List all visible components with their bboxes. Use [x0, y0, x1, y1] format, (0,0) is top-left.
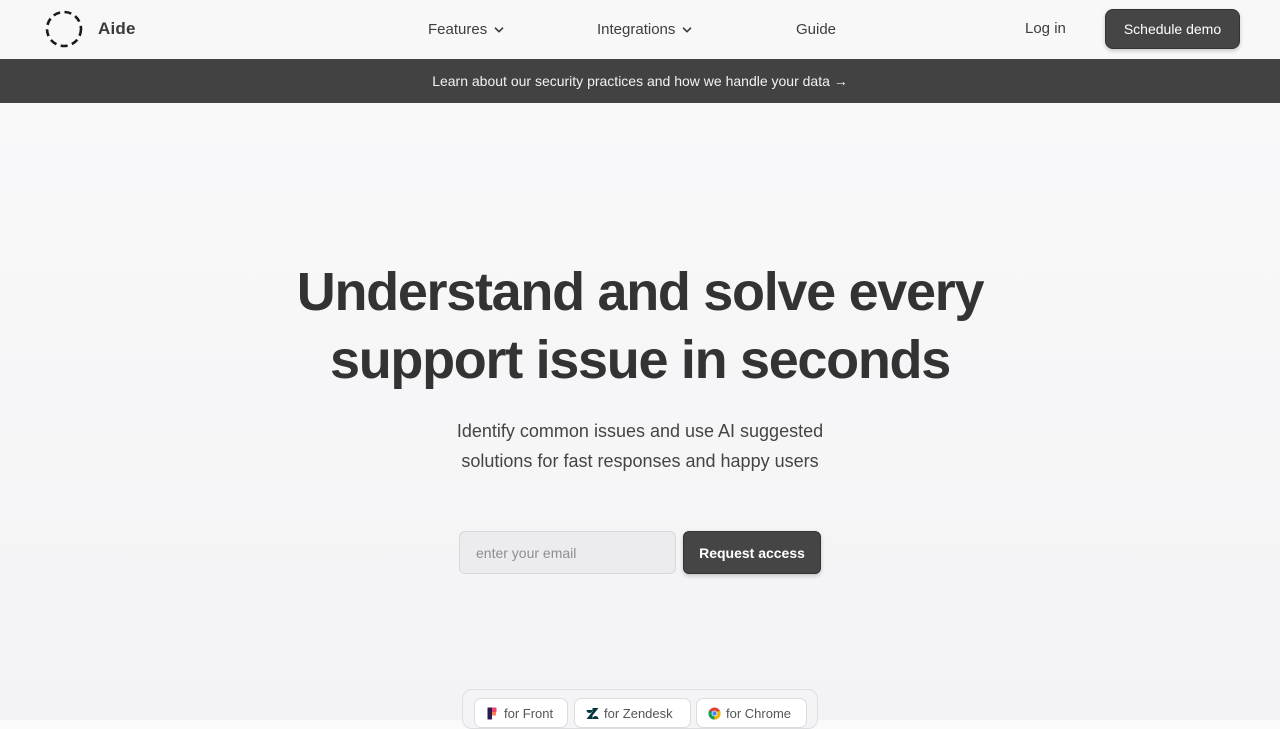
- schedule-demo-button[interactable]: Schedule demo: [1105, 9, 1240, 49]
- chevron-down-icon: [683, 26, 692, 33]
- brand-name[interactable]: Aide: [98, 19, 136, 39]
- integration-label: for Chrome: [726, 705, 792, 721]
- chevron-down-icon: [494, 26, 504, 33]
- login-link[interactable]: Log in: [1025, 20, 1066, 37]
- nav-features[interactable]: Features: [428, 21, 504, 38]
- front-logo-icon: [487, 707, 497, 719]
- integration-pills: for Front for Zendesk for Chrome: [462, 689, 818, 729]
- hero-subtitle-line: Identify common issues and use AI sugges…: [456, 421, 824, 441]
- email-input[interactable]: [459, 531, 676, 574]
- integration-chrome[interactable]: for Chrome: [696, 698, 807, 728]
- security-banner-text: Learn about our security practices and h…: [432, 73, 848, 89]
- nav-integrations[interactable]: Integrations: [597, 21, 692, 38]
- zendesk-logo-icon: [586, 707, 599, 719]
- site-header: Aide Features Integrations Guide Log in …: [0, 0, 1280, 59]
- hero-subtitle: Identify common issues and use AI sugges…: [0, 416, 1280, 476]
- security-banner[interactable]: Learn about our security practices and h…: [0, 59, 1280, 103]
- hero-title-line: Understand and solve every: [296, 262, 985, 322]
- nav-integrations-label: Integrations: [597, 21, 676, 38]
- nav-guide[interactable]: Guide: [796, 21, 836, 38]
- integration-label: for Zendesk: [604, 705, 673, 721]
- nav-guide-label: Guide: [796, 21, 837, 38]
- integration-label: for Front: [504, 705, 554, 721]
- nav-features-label: Features: [428, 21, 488, 38]
- integration-zendesk[interactable]: for Zendesk: [574, 698, 691, 728]
- hero-title-line: support issue in seconds: [330, 330, 951, 390]
- request-access-button[interactable]: Request access: [683, 531, 821, 574]
- hero-title: Understand and solve every support issue…: [0, 258, 1280, 394]
- chrome-logo-icon: [708, 707, 721, 719]
- integration-front[interactable]: for Front: [474, 698, 568, 728]
- hero-subtitle-line: solutions for fast responses and happy u…: [461, 451, 819, 471]
- aide-logo-icon[interactable]: [44, 9, 84, 49]
